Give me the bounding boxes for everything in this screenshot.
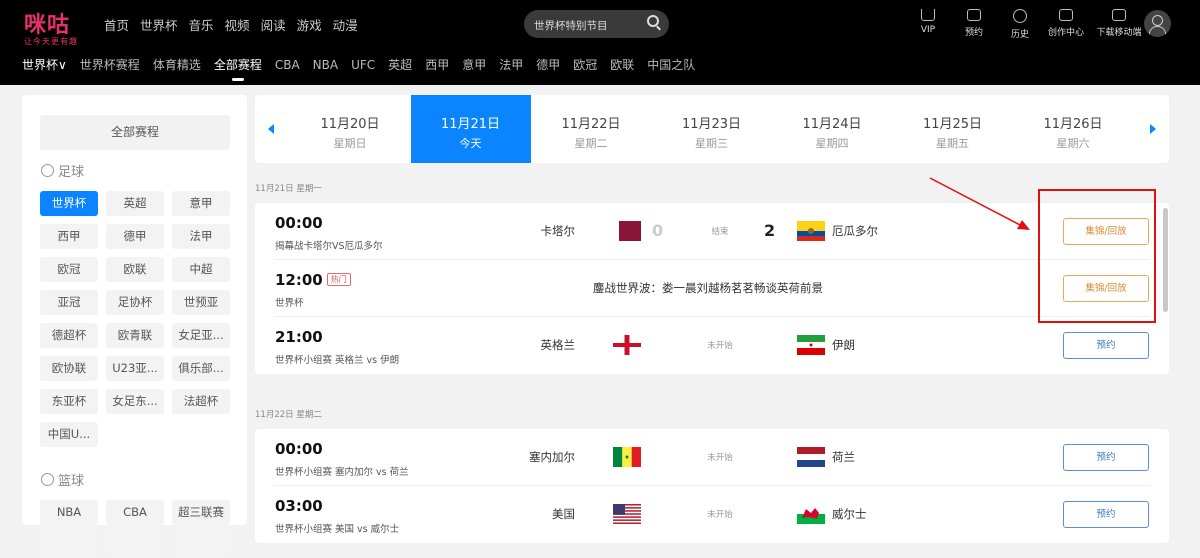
annotation-arrow (929, 177, 1030, 230)
league-tag[interactable] (106, 533, 164, 558)
league-tag[interactable] (172, 533, 230, 558)
match-description: 世界杯小组赛 美国 vs 威尔士 (275, 524, 400, 535)
league-tag[interactable] (40, 533, 98, 558)
